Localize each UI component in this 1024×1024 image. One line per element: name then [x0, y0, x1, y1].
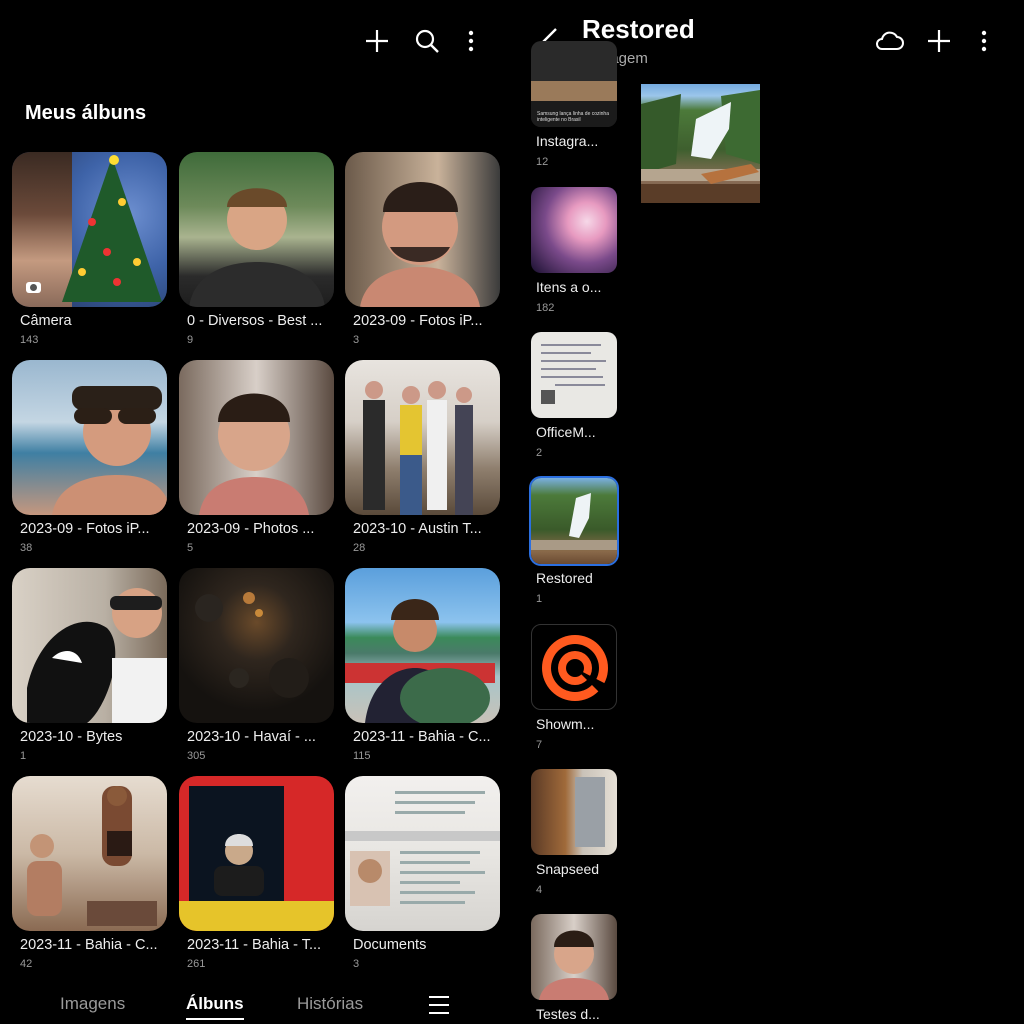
album-thumbnail	[12, 568, 167, 723]
album-item[interactable]: 2023-09 - Fotos iP... 38	[12, 360, 167, 554]
more-vert-icon[interactable]	[971, 28, 997, 59]
album-strip-item[interactable]: Samsung lança linha de cozinha inteligen…	[531, 41, 617, 168]
album-thumbnail	[345, 360, 500, 515]
album-name: Câmera	[20, 313, 72, 329]
plus-icon[interactable]	[926, 28, 952, 59]
showmax-logo-icon	[542, 635, 608, 701]
photo-thumbnail[interactable]	[641, 84, 760, 203]
album-item[interactable]: 2023-10 - Austin T... 28	[345, 360, 500, 554]
album-strip-item[interactable]: Testes d...	[531, 914, 617, 1022]
album-thumbnail: Samsung lança linha de cozinha inteligen…	[531, 41, 617, 127]
album-name: 0 - Diversos - Best ...	[187, 313, 323, 329]
album-count: 3	[353, 334, 360, 346]
album-thumbnail	[345, 776, 500, 931]
album-count: 7	[536, 739, 543, 751]
album-count: 182	[536, 302, 555, 314]
album-item[interactable]: 2023-11 - Bahia - T... 261	[179, 776, 334, 970]
album-strip-item[interactable]: Restored 1	[531, 478, 617, 605]
plus-icon[interactable]	[362, 26, 392, 56]
album-item[interactable]: 0 - Diversos - Best ... 9	[179, 152, 334, 346]
album-count: 2	[536, 447, 543, 459]
album-name: Itens a o...	[536, 279, 602, 295]
album-strip-item[interactable]: Snapseed 4	[531, 769, 617, 896]
album-count: 305	[187, 750, 206, 762]
search-icon[interactable]	[412, 26, 442, 56]
album-name: 2023-09 - Fotos iP...	[353, 313, 483, 329]
album-name: 2023-10 - Bytes	[20, 729, 123, 745]
album-name: Showm...	[536, 716, 595, 732]
section-title: Meus álbuns	[25, 102, 147, 124]
album-name: 2023-10 - Havaí - ...	[187, 729, 316, 745]
album-thumbnail	[179, 776, 334, 931]
album-name: Snapseed	[536, 861, 600, 877]
album-thumbnail	[179, 360, 334, 515]
album-count: 28	[353, 542, 366, 554]
album-thumbnail	[179, 152, 334, 307]
album-thumbnail	[12, 360, 167, 515]
album-item[interactable]: Câmera 143	[12, 152, 167, 346]
album-count: 42	[20, 958, 33, 970]
album-count: 1	[536, 593, 543, 605]
more-vert-icon[interactable]	[456, 26, 486, 56]
album-strip-item[interactable]: Showm... 7	[531, 624, 617, 751]
album-item[interactable]: 2023-09 - Fotos iP... 3	[345, 152, 500, 346]
thumbnail-caption: Samsung lança linha de cozinha inteligen…	[537, 111, 609, 123]
album-item[interactable]: 2023-11 - Bahia - C... 115	[345, 568, 500, 762]
album-thumbnail	[12, 152, 167, 307]
album-item[interactable]: 2023-11 - Bahia - C... 42	[12, 776, 167, 970]
album-thumbnail	[345, 152, 500, 307]
hamburger-menu-icon[interactable]	[428, 994, 450, 1021]
album-name: 2023-09 - Fotos iP...	[20, 521, 150, 537]
album-thumbnail	[531, 332, 617, 418]
album-name: 2023-09 - Photos ...	[187, 521, 315, 537]
album-strip-item[interactable]: OfficeM... 2	[531, 332, 617, 459]
album-count: 3	[353, 958, 360, 970]
album-count: 115	[353, 750, 371, 762]
album-name: OfficeM...	[536, 424, 596, 440]
album-count: 5	[187, 542, 194, 554]
album-count: 12	[536, 156, 549, 168]
album-name: Documents	[353, 937, 427, 953]
album-strip-item[interactable]: Itens a o... 182	[531, 187, 617, 314]
album-thumbnail	[531, 187, 617, 273]
album-name: 2023-11 - Bahia - T...	[187, 937, 322, 953]
album-thumbnail	[531, 624, 617, 710]
tab-images[interactable]: Imagens	[60, 994, 125, 1014]
camera-icon	[26, 282, 41, 293]
album-name: 2023-11 - Bahia - C...	[353, 729, 491, 745]
album-thumbnail	[345, 568, 500, 723]
tab-stories[interactable]: Histórias	[297, 994, 363, 1014]
album-name: Instagra...	[536, 133, 599, 149]
album-name: Restored	[536, 570, 593, 586]
album-item[interactable]: 2023-09 - Photos ... 5	[179, 360, 334, 554]
album-count: 38	[20, 542, 33, 554]
tab-albums[interactable]: Álbuns	[186, 994, 244, 1020]
album-count: 261	[187, 958, 206, 970]
album-item[interactable]: 2023-10 - Bytes 1	[12, 568, 167, 762]
cloud-icon[interactable]	[874, 28, 904, 59]
album-thumbnail	[179, 568, 334, 723]
album-count: 4	[536, 884, 543, 896]
album-thumbnail	[12, 776, 167, 931]
album-item[interactable]: 2023-10 - Havaí - ... 305	[179, 568, 334, 762]
album-thumbnail	[531, 769, 617, 855]
album-item[interactable]: Documents 3	[345, 776, 500, 970]
album-count: 143	[20, 334, 39, 346]
album-count: 9	[187, 334, 194, 346]
album-name: 2023-10 - Austin T...	[353, 521, 482, 537]
album-count: 1	[20, 750, 27, 762]
album-thumbnail	[531, 914, 617, 1000]
album-thumbnail-selected	[531, 478, 617, 564]
album-name: 2023-11 - Bahia - C...	[20, 937, 158, 953]
album-name: Testes d...	[536, 1006, 600, 1022]
